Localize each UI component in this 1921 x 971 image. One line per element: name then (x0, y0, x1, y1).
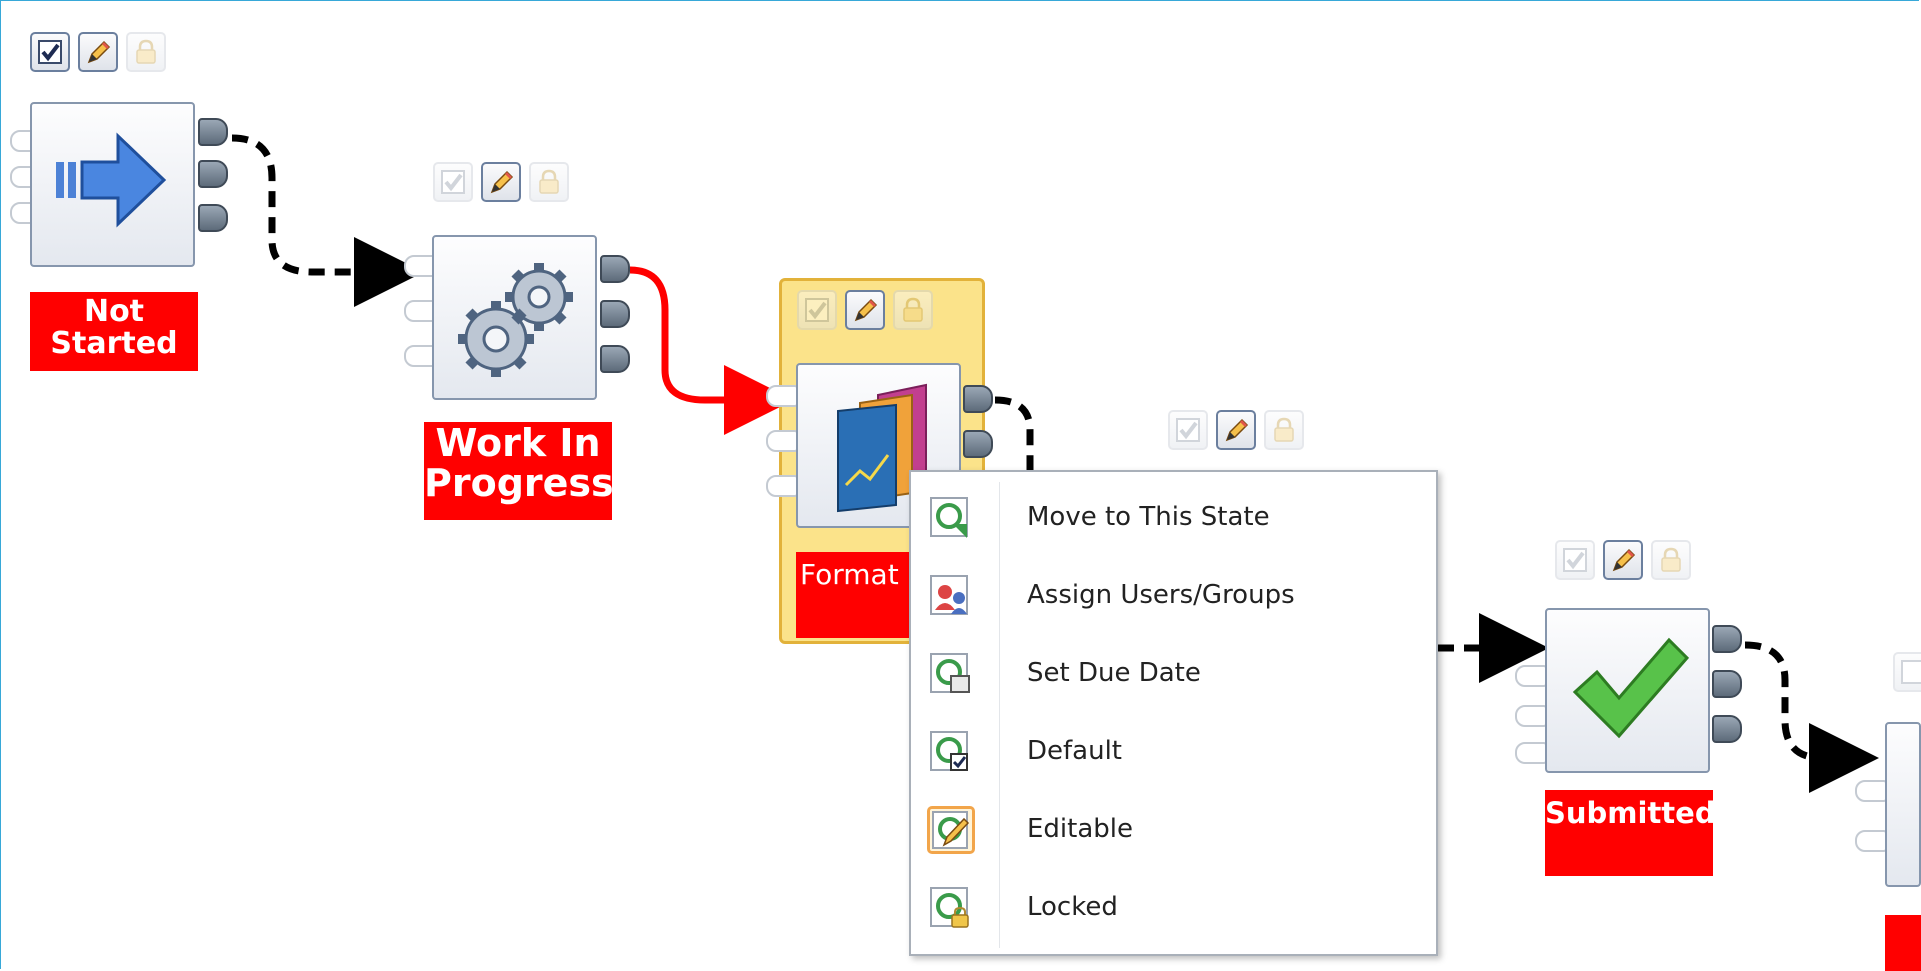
state-toolbar-hidden-node (1168, 410, 1304, 454)
output-port[interactable] (198, 118, 228, 146)
default-checkbox-icon (1901, 660, 1921, 684)
default-checkbox-icon (38, 40, 62, 64)
editable-toggle-button[interactable] (1603, 540, 1643, 580)
default-toggle-button[interactable] (433, 162, 473, 202)
default-checkbox-icon (805, 298, 829, 322)
locked-toggle-button[interactable] (1264, 410, 1304, 450)
state-toolbar-formatted (797, 290, 933, 334)
state-label-line: Format (800, 558, 899, 591)
state-label-next (1885, 915, 1921, 971)
input-port[interactable] (1515, 705, 1547, 727)
menu-item-set-due-date[interactable]: Set Due Date (917, 640, 1432, 708)
menu-item-locked[interactable]: Locked (917, 874, 1432, 942)
default-toggle-button[interactable] (30, 32, 70, 72)
editable-state-icon (927, 806, 975, 854)
editable-pencil-icon (87, 40, 111, 64)
menu-item-label: Editable (1027, 814, 1134, 844)
default-checkbox-icon (1563, 548, 1587, 572)
assign-users-icon (927, 572, 975, 620)
output-port[interactable] (198, 160, 228, 188)
menu-item-move-to-this-state[interactable]: Move to This State (917, 484, 1432, 552)
input-port[interactable] (1855, 780, 1887, 802)
output-port[interactable] (1712, 625, 1742, 653)
gears-icon (458, 263, 573, 377)
locked-padlock-icon (539, 169, 559, 194)
editable-toggle-button[interactable] (1216, 410, 1256, 450)
default-checkbox-icon (441, 170, 465, 194)
default-checkbox-icon (1176, 418, 1200, 442)
editable-toggle-button[interactable] (845, 290, 885, 330)
state-toolbar-not-started (30, 32, 166, 76)
due-date-icon (927, 650, 975, 698)
output-port[interactable] (1712, 715, 1742, 743)
default-toggle-button[interactable] (1168, 410, 1208, 450)
state-toolbar-submitted (1555, 540, 1691, 584)
editable-pencil-icon (1225, 418, 1249, 442)
state-toolbar-work-in-progress (433, 162, 569, 206)
output-port[interactable] (600, 300, 630, 328)
menu-item-label: Assign Users/Groups (1027, 580, 1295, 610)
checkmark-icon (1572, 637, 1690, 739)
locked-padlock-icon (903, 297, 923, 322)
state-node-next[interactable] (1885, 722, 1921, 887)
output-port[interactable] (600, 255, 630, 283)
locked-padlock-icon (1661, 547, 1681, 572)
state-label-work-in-progress: Work In Progress (424, 421, 614, 520)
editable-pencil-icon (490, 170, 514, 194)
menu-item-label: Default (1027, 736, 1122, 766)
locked-state-icon (927, 884, 975, 932)
menu-item-editable[interactable]: Editable (917, 796, 1432, 864)
input-port[interactable] (766, 385, 798, 407)
editable-pencil-icon (854, 298, 878, 322)
output-port[interactable] (1712, 670, 1742, 698)
locked-toggle-button[interactable] (529, 162, 569, 202)
locked-toggle-button[interactable] (1651, 540, 1691, 580)
play-arrow-icon (56, 132, 167, 228)
menu-item-label: Move to This State (1027, 502, 1270, 532)
editable-toggle-button[interactable] (481, 162, 521, 202)
locked-padlock-icon (136, 39, 156, 64)
editable-toggle-button[interactable] (78, 32, 118, 72)
state-label-line: Work In (435, 421, 601, 465)
menu-item-label: Locked (1027, 892, 1118, 922)
default-toggle-button[interactable] (797, 290, 837, 330)
state-node-not-started[interactable] (30, 102, 195, 267)
locked-toggle-button[interactable] (126, 32, 166, 72)
state-node-work-in-progress[interactable] (432, 235, 597, 400)
input-port[interactable] (1515, 665, 1547, 687)
state-label-not-started: Not Started (30, 292, 198, 371)
menu-item-assign-users-groups[interactable]: Assign Users/Groups (917, 562, 1432, 630)
state-label-line: Progress (424, 460, 614, 505)
locked-padlock-icon (1274, 417, 1294, 442)
context-menu: Move to This State Assign Users/Groups S… (909, 470, 1438, 956)
move-state-icon (927, 494, 975, 542)
menu-item-label: Set Due Date (1027, 658, 1201, 688)
output-port[interactable] (600, 345, 630, 373)
locked-toggle-button[interactable] (893, 290, 933, 330)
state-label-submitted: Submitted (1545, 790, 1716, 876)
output-port[interactable] (963, 385, 993, 413)
input-port[interactable] (766, 475, 798, 497)
state-label-line: Started (50, 325, 178, 361)
output-port[interactable] (198, 204, 228, 232)
default-state-icon (927, 728, 975, 776)
editable-pencil-icon (1612, 548, 1636, 572)
menu-item-default[interactable]: Default (917, 718, 1432, 786)
default-toggle-button[interactable] (1555, 540, 1595, 580)
input-port[interactable] (766, 430, 798, 452)
input-port[interactable] (1855, 830, 1887, 852)
default-toggle-button[interactable] (1893, 652, 1921, 692)
state-label-line: Submitted (1545, 796, 1716, 830)
state-node-submitted[interactable] (1545, 608, 1710, 773)
input-port[interactable] (1515, 742, 1547, 764)
state-label-line: Not (83, 294, 145, 329)
output-port[interactable] (963, 430, 993, 458)
